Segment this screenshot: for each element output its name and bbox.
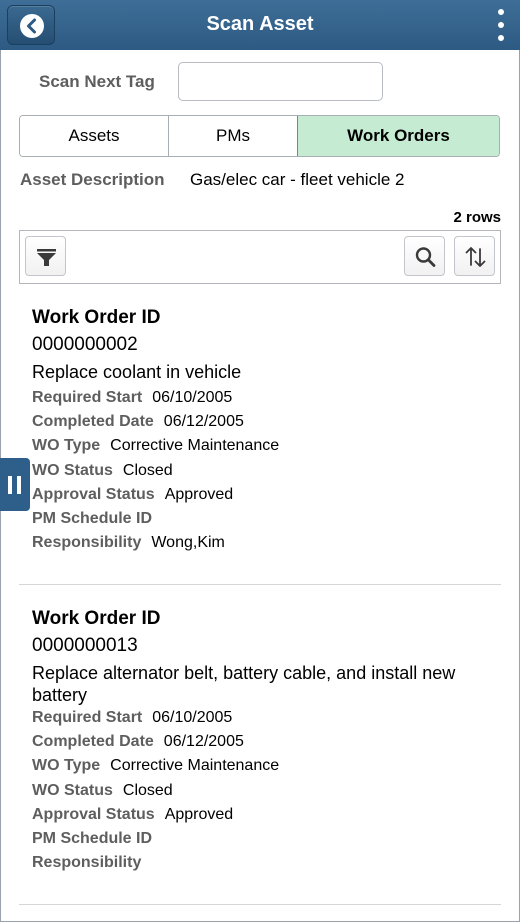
pm-schedule-id-field: PM Schedule ID [32, 829, 153, 847]
responsibility-field: Responsibility [32, 854, 142, 872]
sort-icon [465, 247, 486, 267]
kebab-menu-icon[interactable] [496, 9, 506, 41]
asset-description-value: Gas/elec car - fleet vehicle 2 [190, 170, 405, 189]
header-bar: Scan Asset [0, 0, 520, 50]
required-start-field: Required Start 06/10/2005 [32, 709, 233, 726]
work-order-description: Replace coolant in vehicle [32, 362, 242, 382]
work-order-title: Work Order ID [32, 307, 161, 328]
scan-next-tag-label: Scan Next Tag [39, 72, 155, 91]
work-order-card[interactable]: Work Order ID 0000000002 Replace coolant… [32, 307, 492, 555]
search-button[interactable] [404, 236, 445, 276]
wo-type-field: WO Type Corrective Maintenance [32, 757, 280, 775]
row-divider [19, 584, 501, 585]
row-divider [19, 904, 501, 905]
work-order-id: 0000000013 [32, 635, 138, 656]
completed-date-field: Completed Date 06/12/2005 [32, 733, 244, 751]
approval-status-field: Approval Status Approved [32, 485, 234, 503]
row-count: 2 rows [453, 209, 501, 226]
filter-button[interactable] [25, 236, 66, 276]
segmented-tabs: Assets PMs Work Orders [19, 115, 500, 157]
wo-type-field: WO Type Corrective Maintenance [32, 437, 280, 455]
completed-date-field: Completed Date 06/12/2005 [32, 413, 244, 431]
work-order-card[interactable]: Work Order ID 0000000013 Replace alterna… [32, 608, 492, 875]
required-start-field: Required Start 06/10/2005 [32, 389, 233, 406]
filter-icon [37, 249, 56, 266]
grid-toolbar [19, 230, 501, 284]
approval-status-field: Approval Status Approved [32, 805, 234, 823]
work-order-title: Work Order ID [32, 608, 161, 629]
wo-status-field: WO Status Closed [32, 461, 173, 479]
asset-description-label: Asset Description [20, 170, 165, 189]
side-panel-toggle[interactable] [0, 458, 30, 511]
tab-pms[interactable]: PMs [168, 116, 297, 156]
work-order-id: 0000000002 [32, 334, 138, 355]
search-icon [415, 247, 436, 267]
wo-status-field: WO Status Closed [32, 781, 173, 799]
work-order-description: Replace alternator belt, battery cable, … [32, 663, 456, 705]
scan-next-tag-input[interactable] [178, 62, 383, 101]
page-title: Scan Asset [206, 13, 314, 35]
pm-schedule-id-field: PM Schedule ID [32, 509, 153, 527]
sort-button[interactable] [454, 236, 495, 276]
tab-work-orders[interactable]: Work Orders [297, 116, 499, 156]
responsibility-field: Responsibility Wong,Kim [32, 534, 225, 552]
tab-assets[interactable]: Assets [20, 116, 168, 156]
